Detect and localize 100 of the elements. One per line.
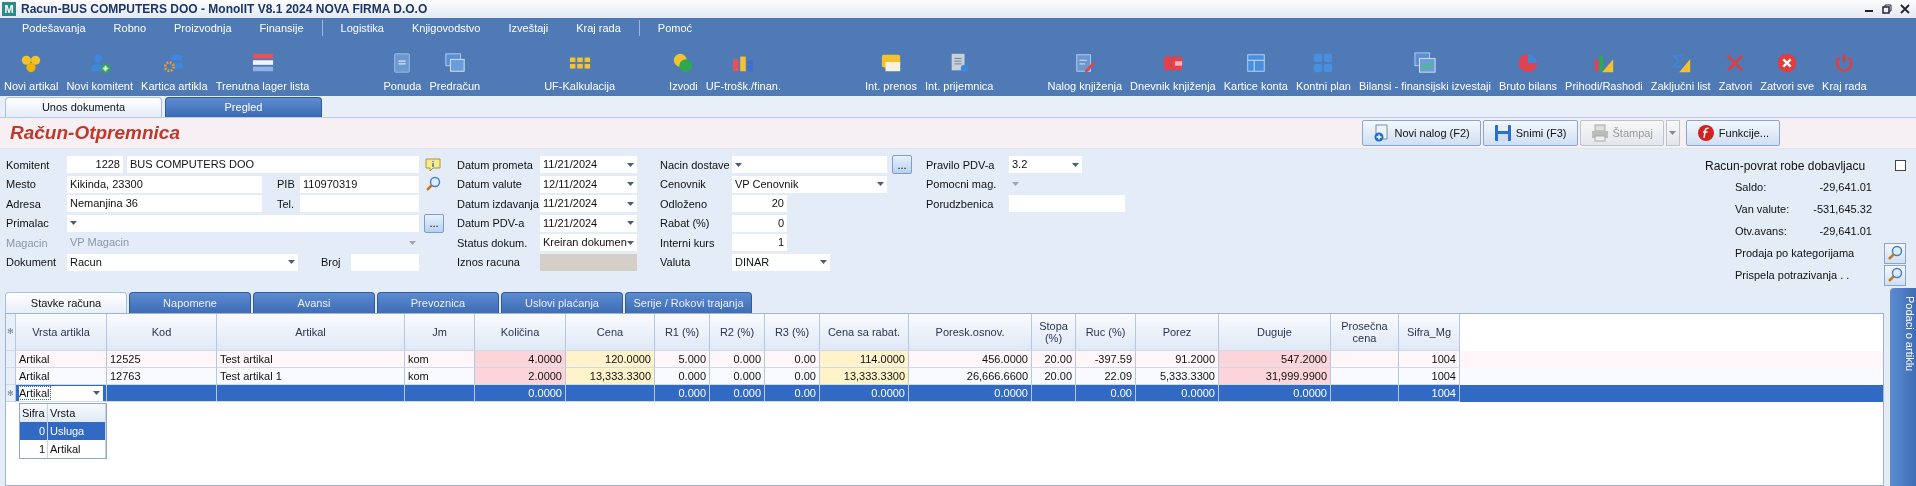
dropdown-field[interactable]: VP Cenovnik xyxy=(732,175,887,193)
address-field[interactable]: Nemanjina 36 xyxy=(67,195,262,213)
number-field[interactable]: 20 xyxy=(732,195,787,213)
checkbox[interactable] xyxy=(1895,160,1906,171)
menu-item[interactable]: Knjigovodstvo xyxy=(397,22,495,34)
column-header[interactable]: Cena xyxy=(566,314,655,351)
phone-field[interactable] xyxy=(300,195,419,213)
dropdown-field[interactable]: 11/21/2024 xyxy=(540,195,637,213)
menu-item[interactable]: Pomoć xyxy=(643,22,707,34)
table-cell: 0.000 xyxy=(710,385,765,402)
tab[interactable]: Uslovi plaćanja xyxy=(501,292,623,313)
toolbar-button[interactable]: Bilansi - finansijski izvestaji xyxy=(1358,52,1491,92)
toolbar-button[interactable]: Kartica artikla xyxy=(141,52,208,92)
toolbar-button[interactable]: Novi komitent xyxy=(66,52,134,92)
column-header[interactable]: Cena sa rabat. xyxy=(820,314,909,351)
dropdown-field[interactable]: 11/21/2024 xyxy=(540,156,637,174)
toolbar-button[interactable]: Nalog knjiženja xyxy=(1047,52,1123,92)
field-label: Pravilo PDV-a xyxy=(926,158,996,171)
tab[interactable]: Unos dokumenta xyxy=(5,97,162,117)
tab[interactable]: Pregled xyxy=(165,97,322,117)
column-header[interactable]: Duguje xyxy=(1219,314,1331,351)
toolbar-button[interactable]: Prihodi/Rashodi xyxy=(1565,52,1643,92)
toolbar-button[interactable]: UF-trošk./finan. xyxy=(705,52,781,92)
column-header[interactable]: Artikal xyxy=(217,314,405,351)
pie-chart-icon xyxy=(1517,52,1540,74)
column-header[interactable]: Sifra_Mg xyxy=(1399,314,1460,351)
column-header[interactable]: Porez xyxy=(1136,314,1219,351)
restore-icon[interactable] xyxy=(1882,4,1892,14)
client-name-field[interactable]: BUS COMPUTERS DOO xyxy=(127,156,419,174)
tab[interactable]: Napomene xyxy=(129,292,251,313)
toolbar-button[interactable]: Izvodi xyxy=(669,52,698,92)
action-button[interactable]: Snimi (F3) xyxy=(1482,120,1578,146)
browse-button[interactable]: ... xyxy=(424,213,444,233)
menu-item[interactable]: Robno xyxy=(99,22,161,34)
toolbar-button[interactable]: Novi artikal xyxy=(4,52,59,92)
field-label: Datum prometa xyxy=(457,158,534,171)
cell-editor[interactable]: Artikal xyxy=(19,385,103,401)
browse-button[interactable]: ... xyxy=(892,155,912,175)
list-option[interactable]: 0 Usluga xyxy=(20,422,106,440)
caret-icon xyxy=(627,240,634,245)
caret-icon xyxy=(627,182,634,187)
tab[interactable]: Stavke računa xyxy=(5,292,127,313)
search-button[interactable] xyxy=(1884,242,1906,264)
menu-item[interactable]: Podešavanja xyxy=(8,22,100,34)
side-tab[interactable]: Podaci o artiklu xyxy=(1890,288,1916,486)
toolbar-button[interactable]: Zatvori sve xyxy=(1760,52,1815,92)
close-icon[interactable] xyxy=(1900,4,1910,14)
toolbar-button[interactable]: Int. prijemnica xyxy=(925,52,994,92)
toolbar-button[interactable]: Ponuda xyxy=(383,52,422,92)
toolbar-button[interactable]: Kartice konta xyxy=(1223,52,1288,92)
column-header[interactable]: Jm xyxy=(405,314,475,351)
toolbar-button[interactable]: UF-Kalkulacija xyxy=(544,52,616,92)
toolbar-button[interactable]: Predračun xyxy=(429,52,481,92)
field-label: Adresa xyxy=(6,197,42,210)
client-code-field[interactable]: 1228 xyxy=(67,156,123,174)
toolbar-button[interactable]: Kraj rada xyxy=(1822,52,1867,92)
number-field[interactable] xyxy=(351,253,419,271)
column-header[interactable]: Ruc (%) xyxy=(1076,314,1136,351)
column-header[interactable]: Prosečna cena xyxy=(1331,314,1399,351)
toolbar-button[interactable]: Trenutna lager lista xyxy=(215,52,310,92)
tab[interactable]: Avansi xyxy=(253,292,375,313)
menu-item[interactable]: Kraj rada xyxy=(562,22,635,34)
menu-item[interactable]: Logistika xyxy=(326,22,398,34)
action-button[interactable]: Funkcije... xyxy=(1685,120,1780,146)
dropdown-field[interactable]: 3.2 xyxy=(1009,156,1082,174)
column-header[interactable]: R1 (%) xyxy=(655,314,710,351)
dropdown-field[interactable]: 11/21/2024 xyxy=(540,214,637,232)
info-icon[interactable] xyxy=(425,156,441,173)
column-header[interactable]: Vrsta artikla xyxy=(16,314,107,351)
number-field[interactable]: 0 xyxy=(732,214,787,232)
menu-item[interactable]: Proizvodnja xyxy=(160,22,246,34)
column-header[interactable]: Stopa (%) xyxy=(1032,314,1076,351)
dropdown-field[interactable]: 12/11/2024 xyxy=(540,175,637,193)
action-button[interactable]: Novi nalog (F2) xyxy=(1361,120,1481,146)
tab[interactable]: Prevoznica xyxy=(377,292,499,313)
search-button[interactable] xyxy=(1884,264,1906,286)
dropdown-field[interactable] xyxy=(732,156,887,174)
column-header[interactable]: R2 (%) xyxy=(710,314,765,351)
document-type-dropdown[interactable]: Racun xyxy=(67,253,298,271)
toolbar-button[interactable]: Kontni plan xyxy=(1295,52,1351,92)
menu-item[interactable]: Izveštaji xyxy=(494,22,563,34)
toolbar-button[interactable]: Dnevnik knjiženja xyxy=(1130,52,1216,92)
toolbar-button[interactable]: Int. prenos xyxy=(865,52,917,92)
tax-id-field[interactable]: 110970319 xyxy=(300,175,419,193)
text-field[interactable] xyxy=(1009,195,1125,213)
toolbar-button[interactable]: Zaključni list xyxy=(1650,52,1711,92)
column-header[interactable]: Količina xyxy=(475,314,566,351)
list-option[interactable]: 1 Artikal xyxy=(20,440,106,458)
menu-item[interactable]: Finansije xyxy=(245,22,318,34)
city-field[interactable]: Kikinda, 23300 xyxy=(67,175,262,193)
column-header[interactable]: R3 (%) xyxy=(765,314,820,351)
number-field[interactable]: 1 xyxy=(732,234,787,252)
tab[interactable]: Serije / Rokovi trajanja xyxy=(625,292,752,313)
toolbar-button[interactable]: Zatvori xyxy=(1718,52,1753,92)
toolbar-button[interactable]: Bruto bilans xyxy=(1499,52,1558,92)
search-icon[interactable] xyxy=(425,176,441,193)
dropdown-field[interactable]: DINAR xyxy=(732,253,830,271)
dropdown-field[interactable]: Kreiran dokumen xyxy=(540,234,637,252)
column-header[interactable]: Poresk.osnov. xyxy=(909,314,1032,351)
column-header[interactable]: Kod xyxy=(107,314,217,351)
